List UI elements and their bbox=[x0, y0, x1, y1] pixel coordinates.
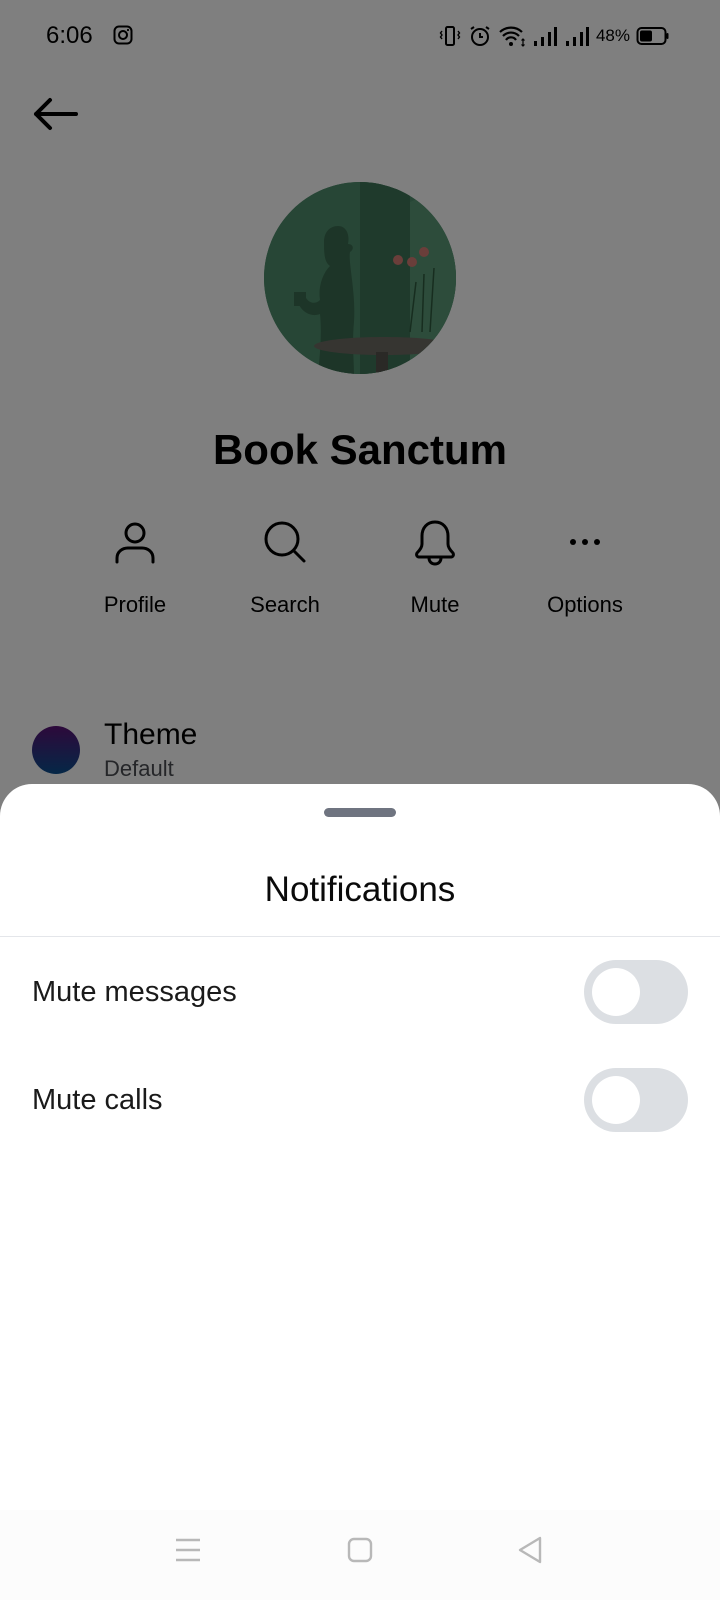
sheet-title: Notifications bbox=[264, 870, 456, 909]
home-button[interactable] bbox=[340, 1530, 380, 1570]
nav-back-button[interactable] bbox=[510, 1530, 550, 1570]
toggle-knob bbox=[592, 1076, 640, 1124]
drag-handle[interactable] bbox=[324, 808, 396, 817]
mute-messages-toggle[interactable] bbox=[584, 960, 688, 1024]
recents-button[interactable] bbox=[168, 1530, 208, 1570]
mute-calls-row[interactable]: Mute calls bbox=[0, 1046, 720, 1154]
mute-calls-toggle[interactable] bbox=[584, 1068, 688, 1132]
notifications-sheet: Notifications Mute messages Mute calls bbox=[0, 784, 720, 1600]
mute-messages-row[interactable]: Mute messages bbox=[0, 938, 720, 1046]
menu-icon bbox=[176, 1538, 200, 1562]
system-navbar bbox=[0, 1510, 720, 1600]
toggle-knob bbox=[592, 968, 640, 1016]
mute-messages-label: Mute messages bbox=[32, 975, 237, 1008]
home-icon bbox=[347, 1537, 373, 1563]
divider bbox=[0, 936, 720, 937]
mute-calls-label: Mute calls bbox=[32, 1083, 163, 1116]
back-triangle-icon bbox=[518, 1536, 542, 1564]
